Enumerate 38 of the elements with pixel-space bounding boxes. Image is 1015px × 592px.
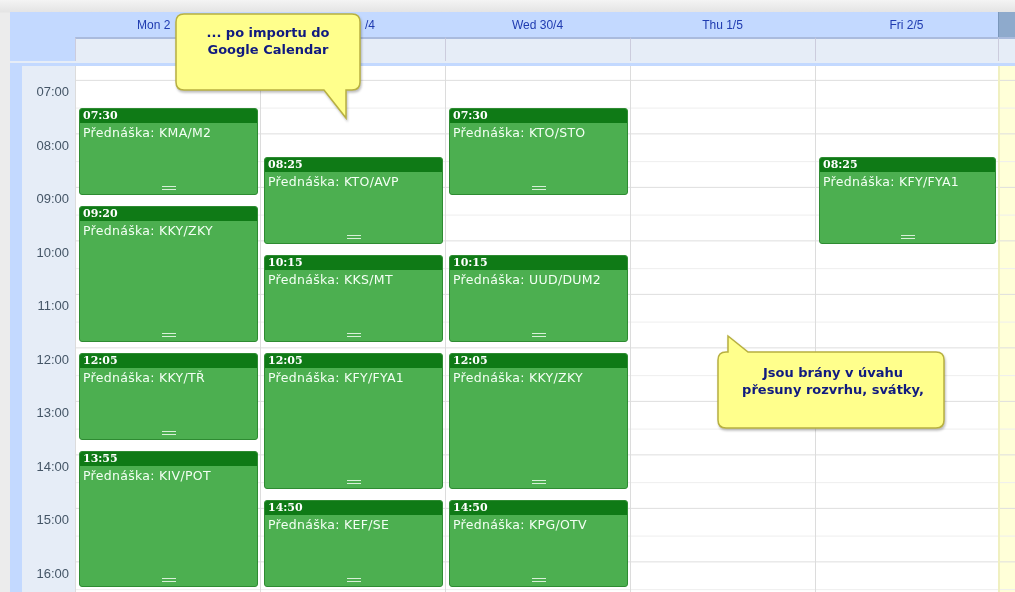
event-time: 12:05 [80, 353, 257, 368]
event-time: 12:05 [265, 353, 442, 368]
time-label: 13:00 [36, 405, 69, 420]
event-time: 13:55 [80, 452, 257, 467]
event-time: 12:05 [450, 353, 627, 368]
event-title: Přednáška: KFY/FYA1 [822, 172, 961, 189]
event-title: Přednáška: KKY/TŘ [82, 368, 206, 385]
event-time: 10:15 [265, 255, 442, 270]
time-label: 15:00 [36, 512, 69, 527]
time-label: 12:00 [36, 351, 69, 367]
event-time: 08:25 [820, 157, 995, 172]
event-time: 07:30 [80, 108, 257, 123]
event-title: Přednáška: KTO/AVP [267, 172, 400, 189]
time-label: 10:00 [36, 244, 69, 260]
time-label: 11:00 [37, 298, 69, 313]
event-time: 10:15 [450, 255, 627, 270]
event-title: Přednáška: KEF/SE [267, 516, 391, 533]
event-time: 07:30 [450, 108, 627, 123]
event-title: Přednáška: KFY/FYA1 [267, 368, 406, 385]
callout-text: Jsou brány v úvahu přesuny rozvrhu, svátky, [741, 364, 925, 398]
event-title: Přednáška: KKY/ZKY [82, 221, 214, 238]
event-title: Přednáška: KKY/ZKY [452, 368, 584, 385]
time-label: 16:00 [36, 565, 69, 581]
time-label: 14:00 [36, 458, 69, 474]
time-label: 09:00 [36, 191, 69, 206]
event-time: 14:50 [450, 501, 627, 516]
event-title: Přednáška: UUD/DUM2 [452, 270, 603, 287]
event-time: 09:20 [80, 206, 257, 221]
event-title: Přednáška: KMA/M2 [82, 123, 213, 140]
time-label: 07:00 [36, 84, 69, 99]
callout-text: ... po importu do Google Calendar [205, 24, 331, 58]
event-time: 08:25 [265, 157, 442, 172]
event-title: Přednáška: KIV/POT [82, 467, 212, 484]
event-time: 14:50 [265, 501, 442, 516]
time-label: 08:00 [36, 137, 69, 153]
event-title: Přednáška: KKS/MT [267, 270, 394, 287]
event-title: Přednáška: KTO/STO [452, 123, 587, 140]
event-title: Přednáška: KPG/OTV [452, 516, 588, 533]
